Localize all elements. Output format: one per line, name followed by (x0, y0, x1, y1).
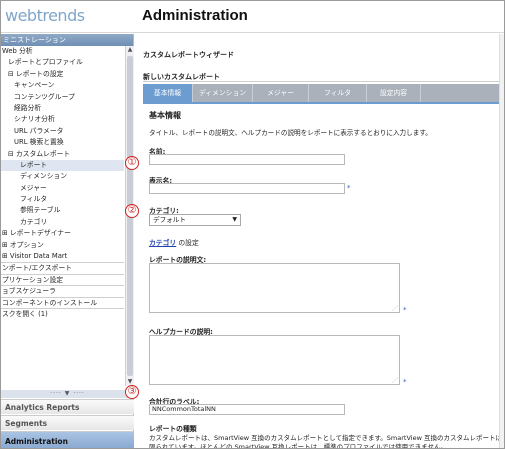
tab-underline (143, 102, 504, 104)
nav-segments[interactable]: Segments (1, 415, 134, 430)
tab-measures[interactable]: メジャー (253, 84, 309, 102)
resize-grip-icon[interactable]: ⋰ (392, 377, 398, 384)
tab-dimensions[interactable]: ディメンション (193, 84, 253, 102)
admin-tree: Web 分析 レポートとプロファイル ⊟ レポートの設定 キャンペーン コンテンツグルー… (1, 46, 124, 386)
sidebar-tree-item[interactable]: スクを開く (1) (1, 307, 124, 319)
sidebar-tree-item[interactable]: レポートとプロファイル (1, 57, 124, 68)
scroll-up-icon[interactable]: ▲ (126, 46, 134, 54)
resize-grip-icon[interactable]: ⋰ (392, 305, 398, 312)
sidebar-tree-item[interactable]: メジャー (1, 183, 124, 194)
section-description: タイトル、レポートの説明文、ヘルプカードの説明をレポートに表示するとおりに入力し… (149, 129, 432, 137)
sidebar-tree-item[interactable]: プリケーション設定 (1, 273, 124, 285)
total-row-input[interactable]: NNCommonTotalNN (149, 404, 345, 415)
app-window: webtrends Administration ミニストレーション Web 分… (0, 0, 505, 449)
sidebar-tree-item[interactable]: カテゴリ (1, 217, 124, 228)
wizard-title: カスタムレポートウィザード (143, 51, 234, 59)
name-input[interactable] (149, 154, 345, 165)
sidebar-tree-item[interactable]: コンポーネントのインストール (1, 296, 124, 308)
report-type-text-2: 限られています。ほとんどの SmartView 互換レポートは、標準のプロファイ… (149, 443, 447, 449)
sidebar-tree-item[interactable]: ⊟ カスタムレポート (1, 149, 124, 160)
sidebar-tree-item[interactable]: コンテンツグループ (1, 92, 124, 103)
required-marker: * (403, 378, 407, 386)
main-scrollbar[interactable] (499, 34, 504, 448)
sidebar-tree-item[interactable]: ョブスケジューラ (1, 285, 124, 296)
sidebar-tree-item[interactable]: ンポート/エクスポート (1, 262, 124, 273)
nav-analytics-reports[interactable]: Analytics Reports (1, 399, 134, 414)
sidebar-header: ミニストレーション (1, 34, 133, 46)
chevron-down-icon: ▼ (232, 216, 237, 223)
tab-filters[interactable]: フィルタ (309, 84, 367, 102)
callout-marker-2: ② (125, 204, 139, 218)
sidebar-tree-item[interactable]: シナリオ分析 (1, 114, 124, 125)
main-content: カスタムレポートウィザード 新しいカスタムレポート 基本情報 ディメンション メ… (135, 34, 504, 449)
page-title: Administration (142, 7, 248, 24)
report-description-textarea[interactable]: ⋰ (149, 263, 400, 313)
category-settings-suffix: の設定 (176, 239, 199, 247)
display-name-input[interactable] (149, 183, 345, 194)
app-header: webtrends Administration (1, 1, 504, 33)
sidebar-tree-item[interactable]: レポート (1, 159, 124, 172)
sidebar-tree-item[interactable]: ⊞ Visitor Data Mart (1, 251, 124, 262)
helpcard-description-textarea[interactable]: ⋰ (149, 335, 400, 385)
callout-marker-1: ① (125, 156, 139, 170)
callout-marker-3: ③ (125, 385, 139, 399)
tab-settings-summary[interactable]: 設定内容 (367, 84, 421, 102)
panel-splitter[interactable]: ···· ▼ ···· (1, 390, 134, 398)
wizard-tabs: 基本情報 ディメンション メジャー フィルタ 設定内容 (143, 84, 504, 102)
tab-basic-info[interactable]: 基本情報 (143, 84, 193, 102)
webtrends-logo: webtrends (5, 6, 85, 25)
sidebar-tree-item[interactable]: URL パラメータ (1, 126, 124, 137)
sidebar-tree-item[interactable]: ディメンション (1, 171, 124, 182)
sidebar-tree-item[interactable]: URL 検索と置換 (1, 137, 124, 148)
sidebar-tree-item[interactable]: 経路分析 (1, 103, 124, 114)
divider (143, 81, 504, 82)
sidebar-tree-item[interactable]: 参照テーブル (1, 205, 124, 216)
category-select[interactable]: デフォルト ▼ (149, 214, 241, 226)
sidebar-tree-item[interactable]: ⊟ レポートの設定 (1, 69, 124, 80)
sidebar-tree-item[interactable]: ⊞ レポートデザイナー (1, 228, 124, 239)
sidebar-tree-item[interactable]: Web 分析 (1, 46, 124, 57)
category-settings-line: カテゴリ の設定 (149, 237, 199, 247)
sidebar-tree-item[interactable]: ⊞ オプション (1, 240, 124, 251)
required-marker: * (403, 306, 407, 314)
sidebar-tree-item[interactable]: フィルタ (1, 194, 124, 205)
category-settings-link[interactable]: カテゴリ (149, 239, 176, 247)
sidebar: ミニストレーション Web 分析 レポートとプロファイル ⊟ レポートの設定 キャンペ… (1, 34, 134, 448)
nav-administration[interactable]: Administration (1, 431, 134, 448)
required-marker: * (347, 184, 351, 192)
tab-filler (421, 84, 504, 102)
category-select-value: デフォルト (153, 216, 186, 224)
sidebar-tree-item[interactable]: キャンペーン (1, 80, 124, 91)
section-title: 基本情報 (149, 111, 181, 120)
